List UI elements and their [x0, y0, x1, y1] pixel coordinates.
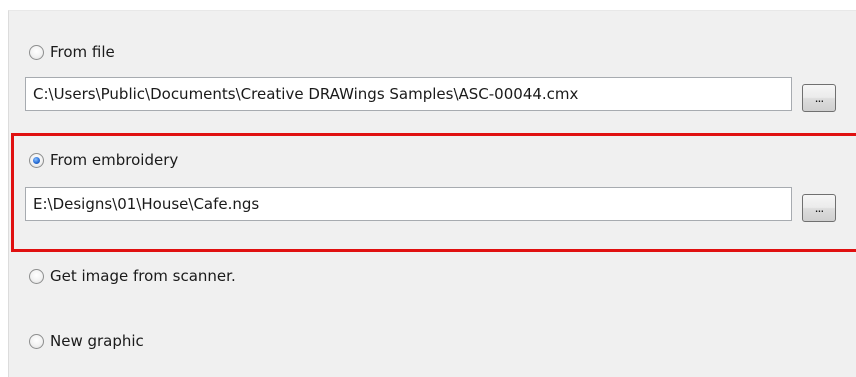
radio-from-scanner[interactable]: Get image from scanner. — [29, 265, 236, 287]
source-options-panel: From file C:\Users\Public\Documents\Crea… — [8, 10, 856, 377]
radio-from-scanner-label: Get image from scanner. — [50, 267, 236, 285]
radio-from-embroidery[interactable]: From embroidery — [29, 149, 178, 171]
radio-from-file-label: From file — [50, 43, 115, 61]
radio-from-scanner-button[interactable] — [29, 268, 44, 284]
radio-new-graphic-button[interactable] — [29, 333, 44, 349]
from-embroidery-path-text: E:\Designs\01\House\Cafe.ngs — [33, 195, 260, 213]
radio-from-embroidery-button[interactable] — [29, 152, 44, 168]
from-file-path-text: C:\Users\Public\Documents\Creative DRAWi… — [33, 85, 579, 103]
from-file-path-field[interactable]: C:\Users\Public\Documents\Creative DRAWi… — [25, 77, 792, 111]
radio-from-embroidery-label: From embroidery — [50, 151, 179, 169]
from-file-browse-button[interactable]: ... — [802, 84, 836, 112]
radio-new-graphic-label: New graphic — [50, 332, 144, 350]
radio-from-file[interactable]: From file — [29, 41, 115, 63]
radio-new-graphic[interactable]: New graphic — [29, 330, 144, 352]
from-embroidery-path-field[interactable]: E:\Designs\01\House\Cafe.ngs — [25, 187, 792, 221]
from-embroidery-browse-button[interactable]: ... — [802, 194, 836, 222]
radio-from-file-button[interactable] — [29, 44, 44, 60]
